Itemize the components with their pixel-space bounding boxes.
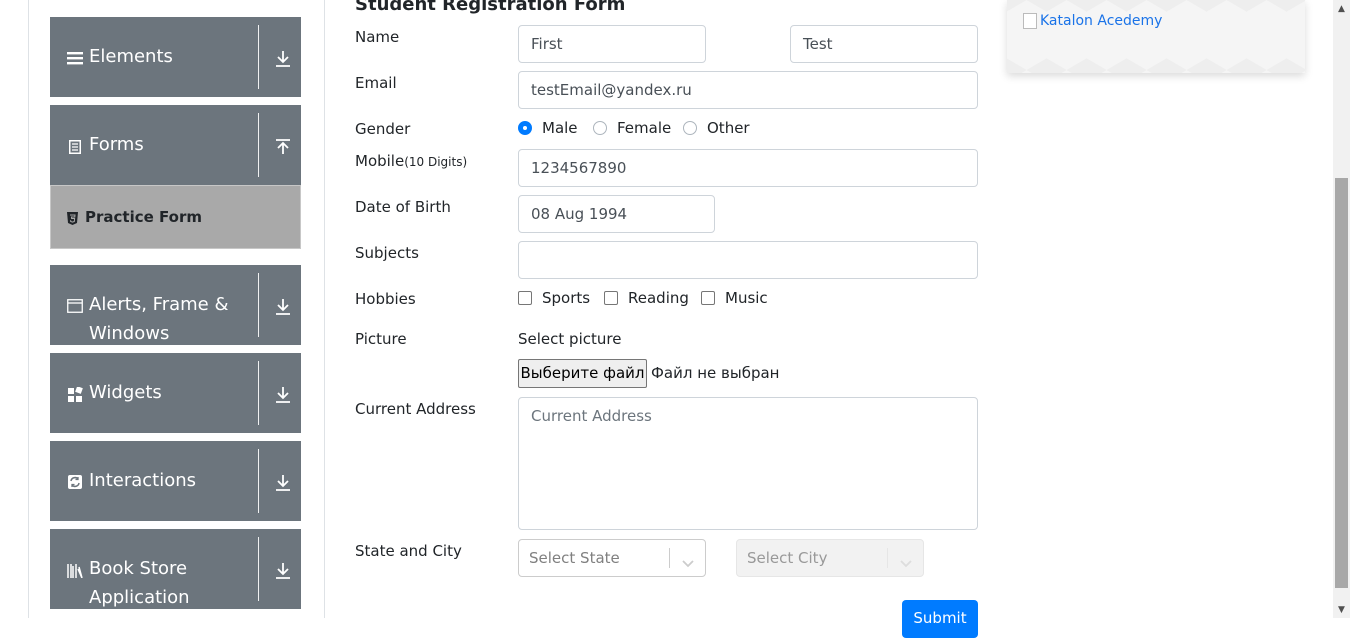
file-status: Файл не выбран	[651, 364, 780, 382]
checkbox-label: Reading	[628, 289, 689, 307]
left-border	[28, 0, 29, 618]
divider	[258, 537, 259, 601]
checkbox[interactable]	[604, 291, 618, 305]
sidebar-group-elements[interactable]: Elements	[50, 17, 301, 97]
gender-radio-other[interactable]: Other	[683, 119, 750, 137]
subjects-input[interactable]	[518, 241, 978, 279]
checkbox-label: Sports	[542, 289, 591, 307]
scroll-down-arrow-icon[interactable]: ▼	[1333, 601, 1350, 618]
hobby-checkbox-music[interactable]: Music	[701, 289, 768, 307]
radio-button[interactable]	[593, 121, 607, 135]
radio-label: Other	[707, 119, 750, 137]
radio-button[interactable]	[518, 121, 532, 135]
gender-radio-female[interactable]: Female	[593, 119, 671, 137]
scroll-up-arrow-icon[interactable]: ▲	[1333, 0, 1350, 17]
last-name-input[interactable]: Test	[790, 25, 978, 63]
sidebar-item-practice-form[interactable]: Practice Form	[50, 185, 301, 249]
current-address-textarea[interactable]: Current Address	[518, 397, 978, 530]
html5-icon	[67, 210, 78, 225]
divider	[258, 113, 259, 177]
select-picture-label: Select picture	[518, 330, 622, 348]
ad-banner[interactable]: Katalon Acedemy	[1007, 0, 1305, 73]
sidebar-item-label: Practice Form	[85, 208, 202, 226]
sidebar-border	[324, 0, 325, 618]
sidebar-group-label: Alerts, Frame & Windows	[89, 294, 229, 344]
divider	[258, 449, 259, 513]
mobile-input[interactable]: 1234567890	[518, 149, 978, 187]
scrollbar-thumb[interactable]	[1335, 178, 1348, 588]
download-arrow-icon[interactable]	[274, 561, 292, 581]
download-arrow-icon[interactable]	[274, 473, 292, 493]
sidebar-group-label: Elements	[89, 46, 173, 67]
checkbox[interactable]	[701, 291, 715, 305]
mobile-label: Mobile(10 Digits)	[355, 152, 467, 170]
upload-arrow-icon[interactable]	[274, 137, 292, 157]
dob-input[interactable]: 08 Aug 1994	[518, 195, 715, 233]
sidebar-group-label: Book Store Application	[89, 558, 190, 608]
radio-label: Female	[617, 119, 672, 137]
checkbox[interactable]	[518, 291, 532, 305]
hobbies-label: Hobbies	[355, 290, 416, 308]
sidebar-group-label: Forms	[89, 134, 144, 155]
ad-link[interactable]: Katalon Acedemy	[1023, 13, 1162, 29]
submit-button[interactable]: Submit	[902, 600, 978, 638]
checkbox-label: Music	[725, 289, 768, 307]
books-icon	[67, 562, 85, 578]
picture-label: Picture	[355, 330, 407, 348]
chevron-down-icon[interactable]	[681, 549, 697, 568]
mobile-label-text: Mobile	[355, 152, 405, 170]
email-label: Email	[355, 74, 397, 92]
sidebar-group-label: Interactions	[89, 470, 197, 491]
state-select[interactable]: Select State	[518, 539, 706, 577]
sidebar-group-interactions[interactable]: Interactions	[50, 441, 301, 521]
state-city-label: State and City	[355, 542, 462, 560]
first-name-input[interactable]: First	[518, 25, 706, 63]
gender-radio-male[interactable]: Male	[518, 119, 578, 137]
interactions-icon	[67, 474, 83, 490]
window-icon	[67, 298, 83, 314]
divider	[258, 361, 259, 425]
form-title: Student Registration Form	[355, 0, 626, 15]
download-arrow-icon[interactable]	[274, 297, 292, 317]
sidebar-group-forms[interactable]: Forms	[50, 105, 301, 185]
state-placeholder: Select State	[529, 549, 620, 567]
subjects-label: Subjects	[355, 244, 419, 262]
name-label: Name	[355, 28, 400, 46]
ad-alt-text: Katalon Acedemy	[1040, 13, 1163, 29]
document-icon	[67, 139, 83, 155]
select-separator	[887, 548, 888, 568]
hobby-checkbox-reading[interactable]: Reading	[604, 289, 689, 307]
widgets-icon	[67, 386, 83, 402]
select-separator	[669, 548, 670, 568]
gender-label: Gender	[355, 120, 411, 138]
sidebar-group-alerts[interactable]: Alerts, Frame & Windows	[50, 265, 301, 345]
chevron-down-icon[interactable]	[899, 549, 915, 568]
divider	[258, 25, 259, 89]
radio-button[interactable]	[683, 121, 697, 135]
download-arrow-icon[interactable]	[274, 49, 292, 69]
sidebar-group-widgets[interactable]: Widgets	[50, 353, 301, 433]
divider	[258, 273, 259, 337]
radio-label: Male	[542, 119, 578, 137]
hobby-checkbox-sports[interactable]: Sports	[518, 289, 590, 307]
current-address-label: Current Address	[355, 400, 476, 418]
choose-file-button[interactable]: Выберите файл	[518, 359, 647, 388]
mobile-hint: (10 Digits)	[404, 155, 468, 169]
dob-label: Date of Birth	[355, 198, 451, 216]
city-select[interactable]: Select City	[736, 539, 924, 577]
hamburger-icon	[67, 50, 83, 66]
broken-image-icon	[1023, 13, 1037, 29]
sidebar-group-book-store[interactable]: Book Store Application	[50, 529, 301, 609]
email-input[interactable]: testEmail@yandex.ru	[518, 71, 978, 109]
sidebar-group-label: Widgets	[89, 382, 162, 403]
download-arrow-icon[interactable]	[274, 385, 292, 405]
city-placeholder: Select City	[747, 549, 828, 567]
